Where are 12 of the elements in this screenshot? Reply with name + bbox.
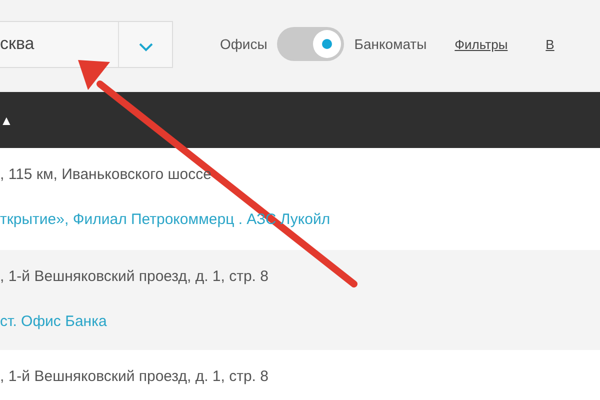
chevron-down-icon: [138, 42, 152, 52]
sort-indicator[interactable]: ▲: [0, 112, 13, 128]
address-text: , 1-й Вешняковский проезд, д. 1, стр. 8: [0, 268, 268, 285]
filter-link[interactable]: В: [546, 36, 554, 52]
address-text: , 1-й Вешняковский проезд, д. 1, стр. 8: [0, 368, 268, 385]
toggle-label: Банкоматы: [354, 36, 427, 52]
view-switch[interactable]: [277, 27, 344, 61]
toggle-label: Офисы: [220, 36, 268, 52]
city-select[interactable]: сква: [0, 20, 173, 68]
select-value: сква: [0, 33, 36, 55]
filter-link[interactable]: Фильтры: [454, 36, 508, 52]
address-text: , 115 км, Иваньковского шоссе: [0, 166, 212, 183]
